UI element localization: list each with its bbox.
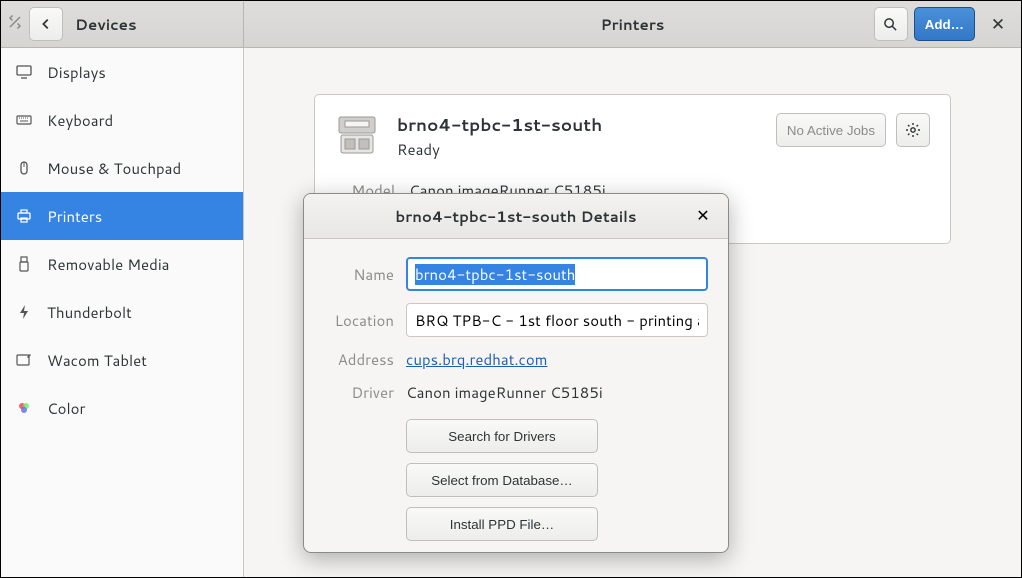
sidebar-item-keyboard[interactable]: Keyboard [1,96,243,144]
dialog-titlebar: brno4-tpbc-1st-south Details ✕ [304,194,728,239]
sidebar-item-label: Thunderbolt [47,302,132,323]
thunderbolt-icon [15,304,33,320]
printer-status: Ready [397,139,758,160]
location-label: Location [324,310,394,331]
printer-name: brno4-tpbc-1st-south [397,113,758,137]
settings-window: Devices Printers Add… ✕ Displays Keyboar… [0,0,1022,578]
sidebar-item-label: Color [47,398,85,419]
printer-image [335,113,379,157]
driver-value: Canon imageRunner C5185i [406,382,708,403]
sidebar-item-label: Keyboard [47,110,113,131]
select-database-button[interactable]: Select from Database… [406,463,598,497]
printer-icon [15,208,33,224]
search-button[interactable] [874,7,908,41]
sidebar-item-removable[interactable]: Removable Media [1,240,243,288]
sidebar-item-printers[interactable]: Printers [1,192,243,240]
mouse-icon [15,160,33,176]
close-icon: ✕ [696,208,709,225]
sidebar-item-label: Displays [47,62,106,83]
name-label: Name [324,264,394,285]
printer-details-dialog: brno4-tpbc-1st-south Details ✕ Name brno… [303,193,729,553]
driver-label: Driver [324,382,394,403]
location-input[interactable] [406,303,708,337]
name-input[interactable]: brno4-tpbc-1st-south [406,257,708,291]
tablet-icon [15,352,33,368]
sidebar: Displays Keyboard Mouse & Touchpad Print… [1,48,244,577]
search-drivers-button[interactable]: Search for Drivers [406,419,598,453]
name-input-value: brno4-tpbc-1st-south [415,264,575,285]
keyboard-icon [15,112,33,128]
gear-icon [905,122,921,138]
section-title: Devices [75,14,137,35]
dialog-body: Name brno4-tpbc-1st-south Location Addre… [304,239,728,553]
titlebar-left: Devices [1,1,244,47]
close-icon: ✕ [991,16,1005,33]
sidebar-item-label: Printers [47,206,102,227]
close-window-button[interactable]: ✕ [981,7,1015,41]
address-link[interactable]: cups.brq.redhat.com [406,349,547,370]
sidebar-item-color[interactable]: Color [1,384,243,432]
add-printer-button[interactable]: Add… [914,7,975,41]
install-ppd-button[interactable]: Install PPD File… [406,507,598,541]
display-icon [15,64,33,80]
dialog-title: brno4-tpbc-1st-south Details [395,206,636,227]
printer-settings-button[interactable] [896,113,930,147]
sidebar-item-wacom[interactable]: Wacom Tablet [1,336,243,384]
sidebar-item-mouse[interactable]: Mouse & Touchpad [1,144,243,192]
dialog-close-button[interactable]: ✕ [688,201,718,231]
usb-icon [15,256,33,272]
settings-tools-icon [7,14,23,35]
sidebar-item-thunderbolt[interactable]: Thunderbolt [1,288,243,336]
back-button[interactable] [29,7,63,41]
sidebar-item-label: Mouse & Touchpad [47,158,181,179]
address-label: Address [324,349,394,370]
color-icon [15,400,33,416]
jobs-button[interactable]: No Active Jobs [776,113,886,147]
titlebar-right: Printers Add… ✕ [244,1,1021,47]
titlebar: Devices Printers Add… ✕ [1,1,1021,48]
search-icon [883,17,898,32]
sidebar-item-displays[interactable]: Displays [1,48,243,96]
sidebar-item-label: Wacom Tablet [47,350,147,371]
sidebar-item-label: Removable Media [47,254,169,275]
